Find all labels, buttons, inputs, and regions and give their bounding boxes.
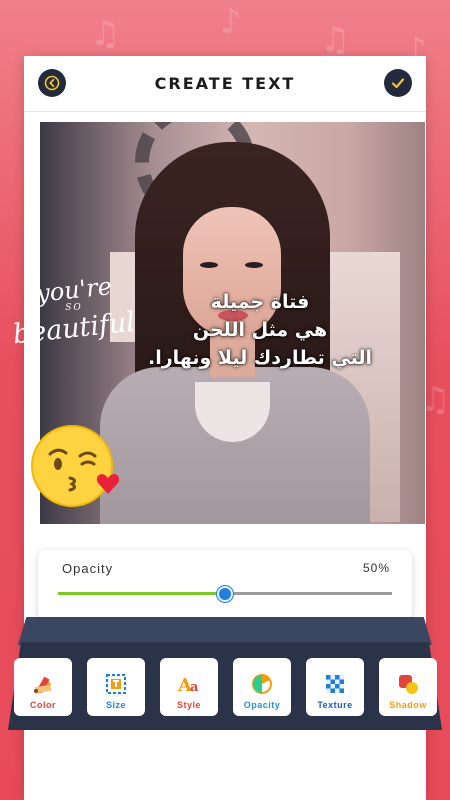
shadow-tool-button[interactable]: Shadow <box>379 658 437 716</box>
style-tool-button[interactable]: A a Style <box>160 658 218 716</box>
font-style-icon: A a <box>177 672 201 696</box>
tool-bar: Color Size A a Style Opacity Texture Sha… <box>14 658 438 716</box>
youre-so-beautiful-sticker[interactable]: you're SO beautiful <box>4 272 144 368</box>
arabic-line: هي مثل اللحن <box>192 319 328 341</box>
confirm-button[interactable] <box>384 69 412 97</box>
tool-label: Shadow <box>389 700 427 710</box>
arabic-text-overlay[interactable]: فتاة جميلة هي مثل اللحن التي تطاردك ليلا… <box>140 288 380 372</box>
tool-label: Color <box>30 700 56 710</box>
opacity-value: 50% <box>362 561 390 575</box>
right-eye <box>245 262 263 268</box>
tool-label: Style <box>176 700 201 710</box>
color-palette-icon <box>31 672 55 696</box>
header-bar: CREATE TEXT <box>24 56 426 112</box>
opacity-label: Opacity <box>62 561 114 576</box>
kiss-emoji-sticker[interactable] <box>28 420 126 510</box>
opacity-slider-thumb[interactable] <box>217 586 233 602</box>
svg-text:a: a <box>190 680 199 695</box>
texture-checker-icon <box>323 672 347 696</box>
left-eye <box>200 262 218 268</box>
opacity-panel: Opacity 50% <box>38 550 412 620</box>
shadow-icon <box>396 672 420 696</box>
texture-tool-button[interactable]: Texture <box>306 658 364 716</box>
page-title: CREATE TEXT <box>154 74 296 93</box>
arabic-line: التي تطاردك ليلا ونهارا. <box>148 347 372 369</box>
text-size-icon <box>104 672 128 696</box>
color-tool-button[interactable]: Color <box>14 658 72 716</box>
music-note-decoration: ♫ <box>90 14 121 54</box>
tool-label: Size <box>105 700 126 710</box>
tool-label: Opacity <box>243 700 281 710</box>
music-note-decoration: ♫ <box>320 20 351 60</box>
opacity-icon <box>250 672 274 696</box>
music-note-decoration: ♪ <box>220 2 242 42</box>
check-icon <box>391 78 405 89</box>
opacity-tool-button[interactable]: Opacity <box>233 658 291 716</box>
tool-label: Texture <box>317 700 353 710</box>
toolbar-top-edge <box>18 617 432 645</box>
arabic-line: فتاة جميلة <box>210 291 310 313</box>
size-tool-button[interactable]: Size <box>87 658 145 716</box>
opacity-slider-fill <box>58 592 225 595</box>
